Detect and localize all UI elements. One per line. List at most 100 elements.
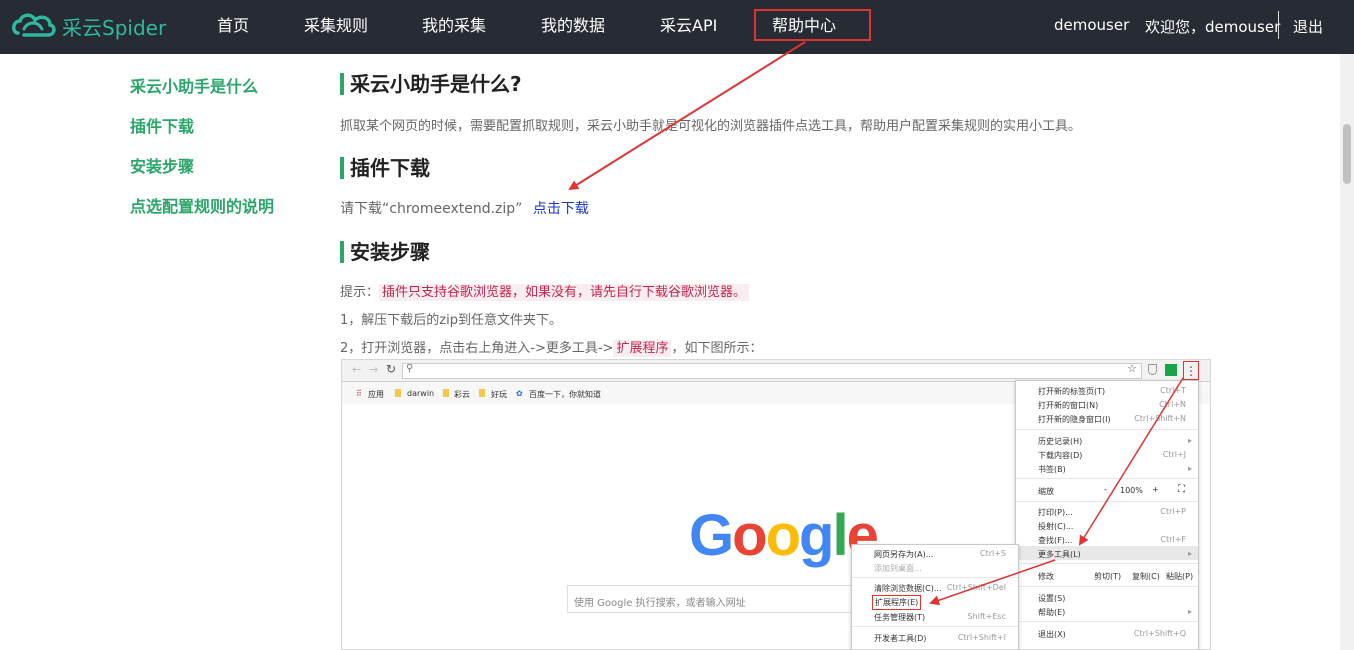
step-2-suffix: ，如下图所示：: [671, 341, 763, 356]
fullscreen-icon: ⛶: [1178, 484, 1185, 495]
shortcut-print: Ctrl+P: [1160, 507, 1186, 516]
shortcut-new-tab: Ctrl+T: [1160, 386, 1186, 395]
menu-cast: 投射(C)...: [1038, 522, 1074, 531]
menu-separator: [1016, 478, 1198, 479]
download-link[interactable]: 点击下载: [533, 201, 589, 217]
step-2-text: 2，打开浏览器，点击右上角进入->更多工具->: [340, 341, 614, 356]
submenu-arrow-icon: ▸: [1187, 464, 1192, 473]
menu-downloads: 下载内容(D): [1038, 451, 1083, 460]
download-text: 请下载“chromeextend.zip”: [340, 201, 523, 217]
search-icon: ⚲: [406, 363, 414, 374]
nav-home[interactable]: 首页: [217, 12, 249, 36]
nav-rules[interactable]: 采集规则: [304, 12, 368, 36]
zoom-value: 100%: [1120, 486, 1143, 495]
submenu-devtools: 开发者工具(D): [874, 634, 927, 643]
google-search-box: 使用 Google 执行搜索，或者输入网址: [567, 585, 867, 613]
menu-edit: 修改: [1038, 572, 1054, 581]
zoom-plus: +: [1152, 485, 1159, 494]
menu-new-tab: 打开新的标签页(T): [1038, 387, 1106, 396]
folder-icon: [395, 389, 401, 397]
logo[interactable]: 采云Spider: [10, 8, 166, 44]
menu-separator: [1016, 563, 1198, 564]
shortcut-exit: Ctrl+Shift+Q: [1133, 629, 1186, 638]
submenu-arrow-icon: ▸: [1187, 607, 1192, 616]
bookmark-apps: 应用: [368, 390, 384, 399]
tip-row: 提示： 插件只支持谷歌浏览器，如果没有，请先自行下载谷歌浏览器。: [340, 281, 750, 301]
submenu-task-manager: 任务管理器(T): [874, 613, 926, 622]
nav-my-data[interactable]: 我的数据: [541, 12, 605, 36]
step-2-row: 2，打开浏览器，点击右上角进入->更多工具-> 扩展程序 ，如下图所示：: [340, 337, 763, 357]
back-icon: ←: [352, 363, 362, 376]
menu-print: 打印(P)...: [1038, 508, 1073, 517]
logout-link[interactable]: 退出: [1293, 16, 1323, 37]
section-title-what-is: 采云小助手是什么?: [340, 73, 522, 95]
menu-paste: 粘贴(P): [1166, 572, 1194, 581]
menu-more-tools: 更多工具(L): [1038, 550, 1081, 559]
download-text-row: 请下载“chromeextend.zip” 点击下载: [340, 198, 589, 218]
shortcut-downloads: Ctrl+J: [1162, 450, 1186, 459]
browser-toolbar: ← → ↻ ⚲ ☆ ⋮: [342, 360, 1210, 382]
bookmark-caiyun: 彩云: [454, 390, 470, 399]
extension-icon: [1165, 364, 1177, 376]
zoom-minus: -: [1104, 485, 1107, 494]
shortcut-incognito: Ctrl+Shift+N: [1134, 414, 1186, 423]
menu-separator: [1016, 501, 1198, 502]
submenu-arrow-icon: ▸: [1187, 549, 1192, 558]
intro-paragraph: 抓取某个网页的时候，需要配置抓取规则，采云小助手就是可视化的浏览器插件点选工具，…: [340, 119, 1082, 134]
submenu-clear-data: 清除浏览数据(C)...: [874, 584, 942, 593]
submenu-add-desktop: 添加到桌面...: [874, 564, 922, 573]
shortcut-find: Ctrl+F: [1160, 535, 1186, 544]
more-tools-submenu: 网页另存为(A)... Ctrl+S 添加到桌面... 清除浏览数据(C)... C…: [851, 544, 1019, 649]
step-2-highlight: 扩展程序: [613, 340, 672, 357]
menu-cut: 剪切(T): [1094, 572, 1122, 581]
menu-new-window: 打开新的窗口(N): [1038, 401, 1099, 410]
baidu-icon: ✿: [516, 389, 523, 398]
welcome-text: 欢迎您，demouser: [1145, 18, 1281, 36]
menu-separator: [852, 626, 1018, 627]
bookmark-fun: 好玩: [491, 390, 507, 399]
shortcut-task-manager: Shift+Esc: [967, 612, 1006, 621]
tip-label: 提示：: [340, 285, 380, 300]
tip-highlight: 插件只支持谷歌浏览器，如果没有，请先自行下载谷歌浏览器。: [379, 284, 750, 301]
star-icon: ☆: [1127, 362, 1137, 375]
reload-icon: ↻: [386, 362, 397, 376]
menu-separator: [1016, 586, 1198, 587]
chrome-menu: 打开新的标签页(T) Ctrl+T 打开新的窗口(N) Ctrl+N 打开新的隐身窗…: [1015, 380, 1199, 649]
shortcut-clear-data: Ctrl+Shift+Del: [946, 583, 1006, 592]
shortcut-new-window: Ctrl+N: [1159, 400, 1186, 409]
bookmark-baidu: 百度一下，你就知道: [529, 390, 601, 399]
page-scrollbar[interactable]: [1340, 54, 1354, 650]
top-navbar: 采云Spider 首页 采集规则 我的采集 我的数据 采云API 帮助中心 de…: [0, 0, 1354, 54]
sidebar-item-config-rules[interactable]: 点选配置规则的说明: [130, 193, 274, 217]
folder-icon: [443, 389, 449, 397]
browser-screenshot-image: ← → ↻ ⚲ ☆ ⋮ ⠿ 应用 darwin 彩云 好玩 ✿ 百度一下，你就知…: [341, 359, 1211, 650]
menu-incognito: 打开新的隐身窗口(I): [1038, 415, 1111, 424]
google-logo: Google: [689, 503, 879, 568]
shortcut-devtools: Ctrl+Shift+I: [957, 633, 1006, 642]
help-highlight-box: [754, 9, 871, 41]
menu-separator: [1016, 621, 1198, 622]
menu-copy: 复制(C): [1132, 572, 1160, 581]
menu-find: 查找(F)...: [1038, 536, 1073, 545]
address-bar: ⚲ ☆: [402, 362, 1142, 379]
submenu-extensions: 扩展程序(E): [872, 595, 922, 610]
menu-help: 帮助(E): [1038, 608, 1066, 617]
menu-bookmarks: 书签(B): [1038, 465, 1066, 474]
shield-icon: [1148, 364, 1157, 375]
submenu-save-as: 网页另存为(A)...: [874, 550, 934, 559]
menu-history: 历史记录(H): [1038, 437, 1083, 446]
sidebar-item-install[interactable]: 安装步骤: [130, 153, 194, 177]
scrollbar-thumb[interactable]: [1343, 124, 1351, 184]
nav-api[interactable]: 采云API: [660, 12, 717, 36]
submenu-arrow-icon: ▸: [1187, 436, 1192, 445]
section-title-install: 安装步骤: [340, 241, 430, 263]
apps-icon: ⠿: [356, 389, 362, 398]
sidebar-item-download[interactable]: 插件下载: [130, 113, 194, 137]
sidebar-item-what-is[interactable]: 采云小助手是什么: [130, 73, 258, 97]
menu-zoom: 缩放: [1038, 487, 1054, 496]
username-link[interactable]: demouser: [1054, 16, 1129, 34]
menu-separator: [852, 577, 1018, 578]
nav-my-collect[interactable]: 我的采集: [422, 12, 486, 36]
step-1: 1，解压下载后的zip到任意文件夹下。: [340, 313, 562, 328]
brand-name: 采云Spider: [62, 15, 167, 40]
